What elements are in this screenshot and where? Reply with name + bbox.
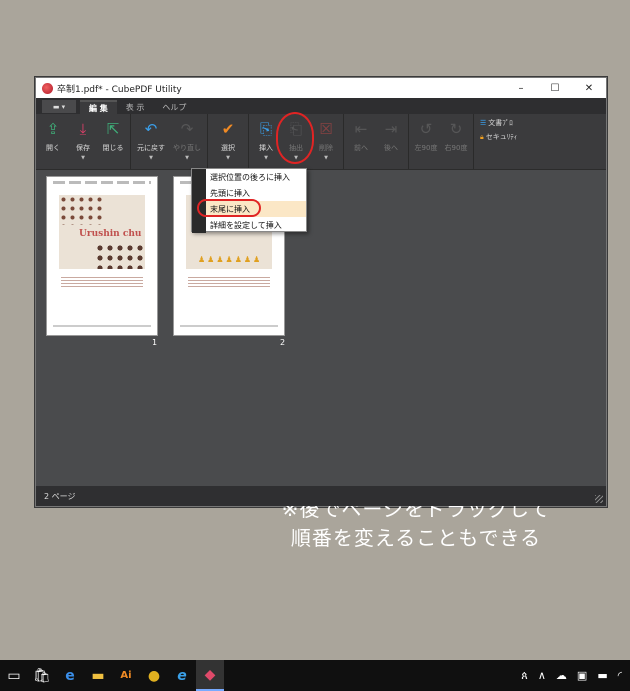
save-icon: ⤓ (79, 119, 87, 138)
tab-view[interactable]: 表 示 (117, 100, 154, 114)
chevron-down-icon: ▼ (226, 155, 230, 161)
cubepdf-window: 卒制1.pdf* - CubePDF Utility – ☐ ✕ ▬ ▾ 編 集… (35, 77, 607, 550)
chevron-down-icon: ▼ (81, 155, 85, 161)
move-group: ⇤ 前へ ⇥ 後へ (344, 114, 409, 169)
file-group: ⇪ 開く ⤓ 保存 ▼ ⇱ 閉じる (36, 114, 131, 169)
rotate-group: ↺ 左90度 ↻ 右90度 (409, 114, 474, 169)
illustrator-icon[interactable]: Ai (112, 660, 140, 691)
page-thumbnail-area[interactable]: Urushin chu 1 ♟ ♟ ♟ ♟ ♟ ♟ ♟ 2 ※後でページをドラッグして 順番… (36, 170, 606, 550)
cloud-icon[interactable]: ☁ (556, 669, 567, 682)
insert-page-icon: ⎘ (259, 119, 272, 138)
edge-icon[interactable]: e (56, 660, 84, 691)
page-number-2: 2 (280, 338, 286, 347)
rotate-right-button[interactable]: ↻ 右90度 (441, 114, 471, 169)
cubepdf-logo-icon (42, 82, 53, 94)
status-bar: 2 ページ (36, 486, 606, 506)
resize-grip-icon[interactable] (595, 495, 603, 503)
page-artwork: Urushin chu (59, 195, 145, 269)
open-button[interactable]: ⇪ 開く (38, 114, 68, 169)
pattern-decoration (95, 243, 145, 269)
page-body-text (188, 277, 270, 287)
select-group: ✔ 選択 ▼ (208, 114, 249, 169)
document-group: ☰ 文書ﾌﾟﾛ 🔒︎ セキュﾘﾃｨ (474, 114, 523, 169)
windows-taskbar: ▭ 🛍︎ e ▬ Ai ● e ◆ ጰ ∧ ☁ ▣ ▬ ◜ (0, 660, 630, 691)
page-number-1: 1 (152, 338, 158, 347)
tab-help[interactable]: ヘルプ (153, 100, 195, 114)
delete-page-icon: ☒ (319, 119, 333, 138)
history-group: ↶ 元に戻す ▼ ↷ やり直し ▼ (131, 114, 208, 169)
page-artwork-title: Urushin chu (79, 229, 142, 239)
checkmark-icon: ✔ (221, 119, 235, 138)
page-header-line (53, 181, 151, 184)
file-explorer-icon[interactable]: ▬ (84, 660, 112, 691)
chevron-down-icon: ▼ (185, 155, 189, 161)
chrome-icon[interactable]: ● (140, 660, 168, 691)
open-icon: ⇪ (46, 119, 60, 138)
maximize-button[interactable]: ☐ (538, 78, 572, 98)
menu-item-insert-with-settings[interactable]: 詳細を設定して挿入 (192, 217, 306, 233)
pattern-decoration (59, 195, 104, 225)
chevron-down-icon: ▼ (324, 155, 328, 161)
title-bar[interactable]: 卒制1.pdf* - CubePDF Utility – ☐ ✕ (36, 78, 606, 98)
list-icon: ☰ (480, 119, 487, 127)
page-count: 2 ページ (44, 491, 76, 501)
rotate-left-icon: ↺ (419, 119, 433, 138)
move-next-button[interactable]: ⇥ 後へ (376, 114, 406, 169)
tab-edit[interactable]: 編 集 (80, 100, 117, 114)
minimize-button[interactable]: – (504, 78, 538, 98)
redo-button[interactable]: ↷ やり直し ▼ (169, 114, 205, 169)
move-next-icon: ⇥ (384, 119, 398, 138)
system-tray: ጰ ∧ ☁ ▣ ▬ ◜ (521, 669, 630, 683)
page-body-text (61, 277, 143, 287)
redo-icon: ↷ (180, 119, 194, 138)
file-menu-button[interactable]: ▬ ▾ (42, 100, 76, 113)
page-footer-line (180, 325, 278, 327)
move-prev-button[interactable]: ⇤ 前へ (346, 114, 376, 169)
undo-button[interactable]: ↶ 元に戻す ▼ (133, 114, 169, 169)
select-button[interactable]: ✔ 選択 ▼ (210, 114, 246, 169)
wifi-icon[interactable]: ◜ (618, 669, 622, 682)
page-thumbnail-1[interactable]: Urushin chu (46, 176, 158, 336)
ribbon-toolbar: ⇪ 開く ⤓ 保存 ▼ ⇱ 閉じる ↶ 元に戻す ▼ ↷ やり直し ▼ ✔ 選択… (36, 114, 606, 170)
lock-icon: 🔒︎ (480, 132, 484, 141)
close-file-icon: ⇱ (106, 119, 120, 138)
save-button[interactable]: ⤓ 保存 ▼ (68, 114, 98, 169)
security-button[interactable]: 🔒︎ セキュﾘﾃｨ (480, 132, 517, 142)
tray-expand-icon[interactable]: ∧ (538, 669, 546, 682)
people-figures: ♟ ♟ ♟ ♟ ♟ ♟ ♟ (198, 255, 261, 264)
window-title: 卒制1.pdf* - CubePDF Utility (57, 84, 182, 95)
store-icon[interactable]: 🛍︎ (28, 660, 56, 691)
delete-button[interactable]: ☒ 削除 ▼ (311, 114, 341, 169)
battery-icon[interactable]: ▬ (597, 669, 607, 682)
close-file-button[interactable]: ⇱ 閉じる (98, 114, 128, 169)
insert-at-end-highlight-ring (197, 199, 261, 217)
document-properties-button[interactable]: ☰ 文書ﾌﾟﾛ (480, 118, 517, 128)
menu-item-insert-after-selection[interactable]: 選択位置の後ろに挿入 (192, 169, 306, 185)
close-button[interactable]: ✕ (572, 78, 606, 98)
undo-icon: ↶ (144, 119, 158, 138)
window-controls: – ☐ ✕ (504, 78, 606, 98)
insert-highlight-ring (276, 112, 314, 164)
task-view-icon[interactable]: ▭ (0, 660, 28, 691)
internet-explorer-icon[interactable]: e (168, 660, 196, 691)
rotate-right-icon: ↻ (449, 119, 463, 138)
rotate-left-button[interactable]: ↺ 左90度 (411, 114, 441, 169)
monitor-icon[interactable]: ▣ (577, 669, 587, 682)
chevron-down-icon: ▼ (264, 155, 268, 161)
ribbon-tabs: ▬ ▾ 編 集 表 示 ヘルプ (36, 98, 606, 114)
people-icon[interactable]: ጰ (521, 669, 528, 683)
chevron-down-icon: ▼ (149, 155, 153, 161)
move-prev-icon: ⇤ (354, 119, 368, 138)
cubepdf-taskbar-icon[interactable]: ◆ (196, 660, 224, 691)
page-footer-line (53, 325, 151, 327)
